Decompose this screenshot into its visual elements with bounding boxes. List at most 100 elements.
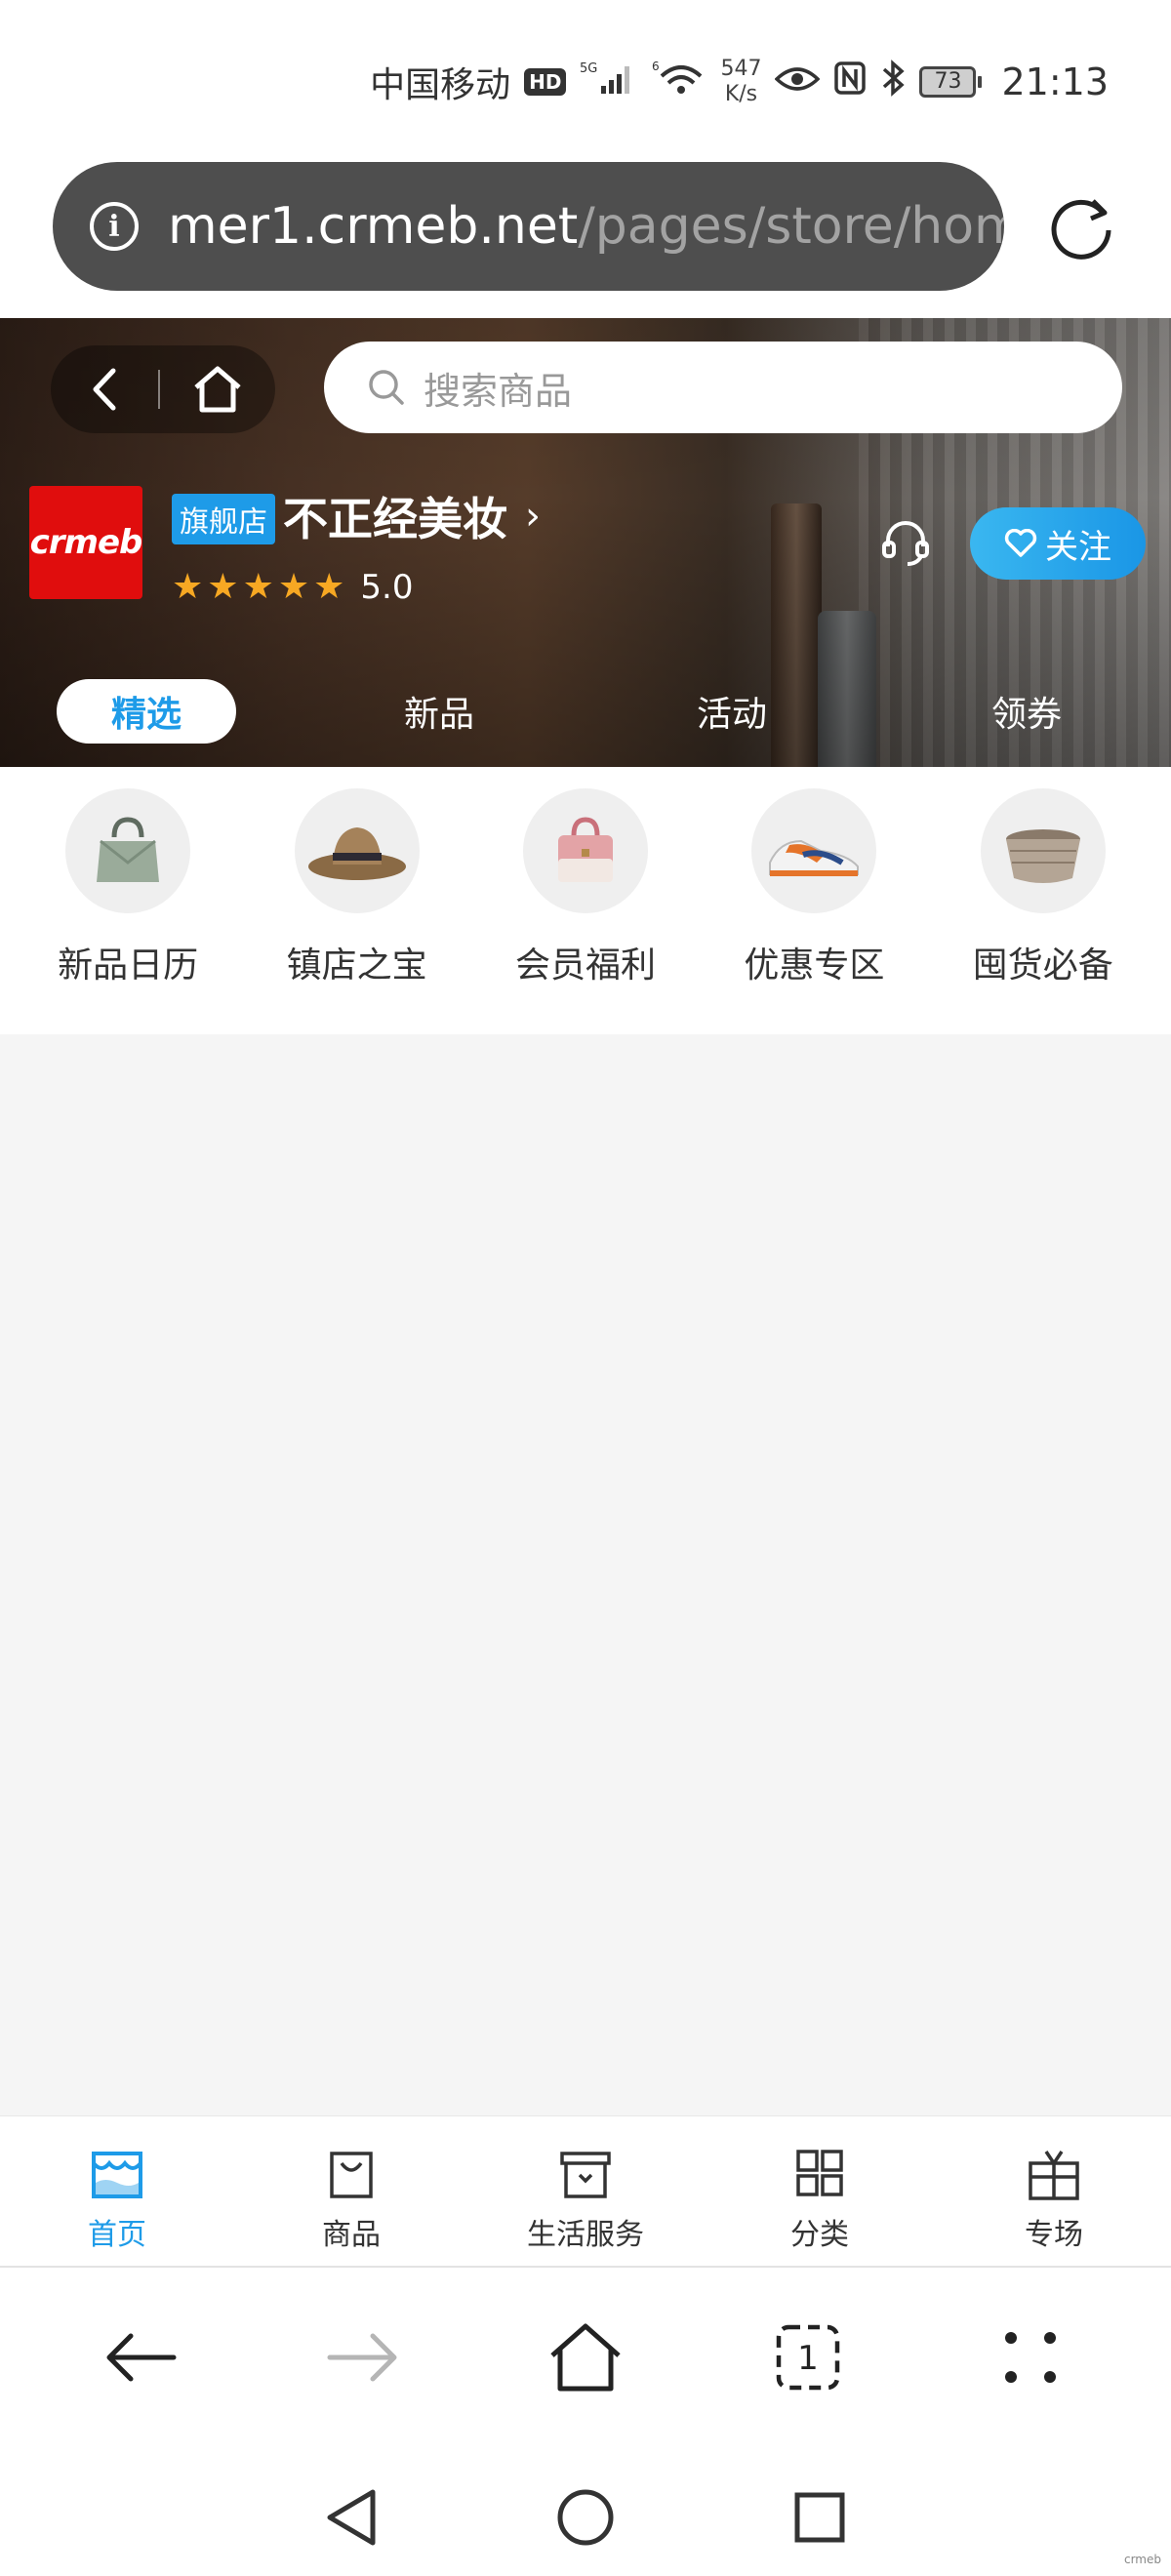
browser-back-button[interactable] — [97, 2314, 184, 2401]
browser-forward-button[interactable] — [319, 2314, 407, 2401]
bluetooth-icon — [880, 59, 906, 105]
home-icon — [194, 366, 241, 413]
category-shortcuts: 新品日历 镇店之宝 会员福利 优惠专区 囤货必备 — [0, 788, 1171, 1034]
star-icon: ★ — [277, 567, 310, 607]
star-icon: ★ — [172, 567, 204, 607]
tab-label: 生活服务 — [527, 2218, 644, 2252]
tab-label: 商品 — [322, 2218, 381, 2252]
status-bar: 中国移动 HD 5G 6 547 K/s 73 21:13 — [0, 0, 1171, 156]
green-handbag-icon — [65, 788, 191, 913]
basket-icon — [980, 788, 1106, 913]
gift-icon — [1029, 2151, 1079, 2200]
system-home-button[interactable] — [551, 2483, 620, 2552]
category-item[interactable]: 新品日历 — [20, 788, 235, 1034]
box-icon — [560, 2152, 611, 2198]
store-bottom-tabbar: 首页 商品 生活服务 分类 专场 — [0, 2115, 1171, 2268]
tab-life-services[interactable]: 生活服务 — [468, 2116, 703, 2266]
content-area — [0, 1034, 1171, 2115]
home-icon — [550, 2323, 621, 2392]
chevron-right-icon: › — [525, 494, 541, 539]
arrow-left-icon — [106, 2333, 177, 2382]
store-icon — [92, 2152, 142, 2198]
system-recents-button[interactable] — [786, 2483, 854, 2552]
store-name-link[interactable]: 不正经美妆 › — [283, 484, 541, 548]
category-label: 优惠专区 — [744, 946, 885, 986]
pink-handbag-icon — [522, 788, 648, 913]
customer-service-icon[interactable] — [878, 515, 933, 570]
heart-icon — [1004, 529, 1037, 557]
tab-special[interactable]: 专场 — [937, 2116, 1171, 2266]
store-rating: ★ ★ ★ ★ ★ 5.0 — [172, 568, 413, 607]
battery-icon: 73 — [919, 66, 983, 98]
address-bar[interactable]: i mer1.crmeb.net/pages/store/home — [53, 162, 1004, 291]
product-search-input[interactable]: 搜索商品 — [324, 342, 1122, 433]
home-button[interactable] — [160, 345, 275, 433]
browser-home-button[interactable] — [542, 2314, 629, 2401]
category-label: 会员福利 — [514, 946, 656, 986]
arrow-right-icon — [327, 2333, 397, 2382]
net-speed-unit: K/s — [724, 82, 758, 106]
category-item[interactable]: 囤货必备 — [936, 788, 1151, 1034]
tab-new[interactable]: 新品 — [349, 679, 529, 744]
site-info-icon[interactable]: i — [90, 202, 139, 251]
reload-icon[interactable] — [1044, 191, 1118, 265]
browser-menu-button[interactable] — [987, 2314, 1074, 2401]
tab-label: 专场 — [1025, 2218, 1083, 2252]
tab-products[interactable]: 商品 — [234, 2116, 468, 2266]
category-item[interactable]: 镇店之宝 — [250, 788, 464, 1034]
tabs-icon: 1 — [776, 2324, 840, 2391]
hd-badge: HD — [524, 68, 567, 96]
watermark: crmeb — [1123, 2553, 1161, 2566]
battery-level: 73 — [919, 66, 977, 98]
url-path: /pages/store/home — [578, 197, 1004, 256]
tab-label: 首页 — [88, 2218, 146, 2252]
signal-5g-label: 5G — [580, 61, 597, 76]
clock: 21:13 — [1001, 60, 1109, 103]
eye-icon — [774, 62, 822, 102]
cellular-5g-icon: 5G — [580, 59, 638, 106]
category-label: 新品日历 — [58, 946, 199, 986]
sun-hat-icon — [294, 788, 420, 913]
rating-value: 5.0 — [360, 568, 414, 607]
system-navigation — [0, 2459, 1171, 2576]
store-tabs: 精选 新品 活动 领券 — [0, 669, 1171, 747]
search-icon — [369, 370, 404, 405]
flagship-badge: 旗舰店 — [172, 494, 275, 544]
carrier-name: 中国移动 — [370, 65, 511, 105]
sneaker-icon — [751, 788, 877, 913]
square-recents-icon — [794, 2492, 845, 2543]
menu-dots-icon — [1005, 2332, 1056, 2383]
tab-featured[interactable]: 精选 — [57, 679, 236, 744]
tab-category[interactable]: 分类 — [703, 2116, 937, 2266]
category-label: 镇店之宝 — [286, 946, 427, 986]
store-header: 搜索商品 crmeb 旗舰店 不正经美妆 › ★ ★ ★ ★ ★ 5.0 关注 … — [0, 318, 1171, 767]
store-name: 不正经美妆 — [283, 493, 507, 545]
wifi-6-label: 6 — [652, 60, 660, 73]
category-item[interactable]: 会员福利 — [478, 788, 693, 1034]
wifi-icon: 6 — [652, 59, 707, 106]
net-speed: 547 K/s — [720, 57, 761, 107]
url-text[interactable]: mer1.crmeb.net/pages/store/home — [168, 197, 1004, 256]
back-button[interactable] — [51, 345, 158, 433]
tab-activity[interactable]: 活动 — [642, 679, 822, 744]
tab-coupons[interactable]: 领券 — [937, 679, 1116, 744]
url-host: mer1.crmeb.net — [168, 197, 579, 256]
triangle-back-icon — [327, 2489, 376, 2546]
store-logo: crmeb — [29, 486, 142, 599]
follow-button[interactable]: 关注 — [970, 507, 1146, 580]
browser-tabs-button[interactable]: 1 — [764, 2314, 852, 2401]
tab-count: 1 — [797, 2339, 819, 2378]
tab-home[interactable]: 首页 — [0, 2116, 234, 2266]
category-label: 囤货必备 — [972, 946, 1113, 986]
star-icon: ★ — [313, 567, 345, 607]
star-icon: ★ — [207, 567, 239, 607]
page-nav-capsule — [51, 345, 275, 433]
system-back-button[interactable] — [317, 2483, 385, 2552]
search-placeholder: 搜索商品 — [424, 369, 573, 413]
follow-label: 关注 — [1045, 527, 1111, 567]
net-speed-value: 547 — [720, 57, 762, 81]
category-item[interactable]: 优惠专区 — [707, 788, 921, 1034]
grid-icon — [796, 2150, 843, 2196]
status-indicators: 中国移动 HD 5G 6 547 K/s 73 21:13 — [370, 57, 1109, 107]
chevron-left-icon — [93, 368, 116, 411]
